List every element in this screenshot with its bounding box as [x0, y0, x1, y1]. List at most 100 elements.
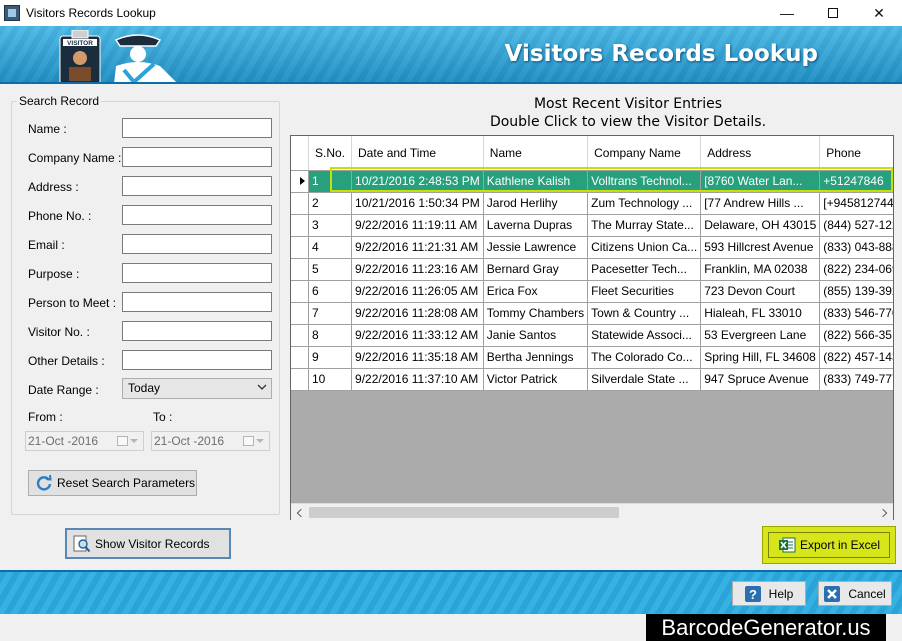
column-header-date-time[interactable]: Date and Time [351, 136, 484, 171]
cell-address[interactable]: 593 Hillcrest Avenue [700, 236, 821, 259]
cancel-button[interactable]: Cancel [818, 581, 892, 606]
scroll-left-button[interactable] [291, 504, 308, 521]
column-header-sno[interactable]: S.No. [308, 136, 353, 171]
row-header[interactable] [291, 170, 309, 193]
company-name-input[interactable] [122, 147, 272, 167]
visitor-no-input[interactable] [122, 321, 272, 341]
cell-date-time[interactable]: 9/22/2016 11:35:18 AM [351, 346, 484, 369]
cell-sno[interactable]: 1 [308, 170, 353, 193]
reset-search-button[interactable]: Reset Search Parameters [28, 470, 197, 496]
cell-sno[interactable]: 7 [308, 302, 353, 325]
cell-name[interactable]: Jessie Lawrence [483, 236, 589, 259]
table-row[interactable]: 6 9/22/2016 11:26:05 AM Erica Fox Fleet Sec… [291, 280, 893, 303]
row-header[interactable] [291, 368, 309, 391]
cell-company[interactable]: Pacesetter Tech... [587, 258, 702, 281]
row-header[interactable] [291, 258, 309, 281]
cell-company[interactable]: The Murray State... [587, 214, 702, 237]
other-details-input[interactable] [122, 350, 272, 370]
name-input[interactable] [122, 118, 272, 138]
cell-address[interactable]: Franklin, MA 02038 [700, 258, 821, 281]
cell-phone[interactable]: (844) 527-1224 [819, 214, 893, 237]
cell-phone[interactable]: (855) 139-3927 [819, 280, 893, 303]
row-header[interactable] [291, 280, 309, 303]
scroll-right-button[interactable] [876, 504, 893, 521]
cell-date-time[interactable]: 9/22/2016 11:21:31 AM [351, 236, 484, 259]
row-header[interactable] [291, 324, 309, 347]
cell-address[interactable]: 53 Evergreen Lane [700, 324, 821, 347]
cell-sno[interactable]: 9 [308, 346, 353, 369]
cell-address[interactable]: 723 Devon Court [700, 280, 821, 303]
cell-date-time[interactable]: 9/22/2016 11:33:12 AM [351, 324, 484, 347]
table-row[interactable]: 4 9/22/2016 11:21:31 AM Jessie Lawrence Cit… [291, 236, 893, 259]
table-row[interactable]: 5 9/22/2016 11:23:16 AM Bernard Gray Pacese… [291, 258, 893, 281]
cell-name[interactable]: Kathlene Kalish [483, 170, 589, 193]
cell-company[interactable]: Zum Technology ... [587, 192, 702, 215]
table-row[interactable]: 8 9/22/2016 11:33:12 AM Janie Santos Statew… [291, 324, 893, 347]
cell-date-time[interactable]: 9/22/2016 11:28:08 AM [351, 302, 484, 325]
column-header-address[interactable]: Address [700, 136, 821, 171]
cell-sno[interactable]: 8 [308, 324, 353, 347]
cell-phone[interactable]: [+945812744] [819, 192, 893, 215]
minimize-button[interactable]: — [764, 0, 810, 26]
table-row[interactable]: 1 10/21/2016 2:48:53 PM Kathlene Kalish Vol… [291, 170, 893, 193]
row-header[interactable] [291, 214, 309, 237]
cell-sno[interactable]: 3 [308, 214, 353, 237]
cell-date-time[interactable]: 9/22/2016 11:26:05 AM [351, 280, 484, 303]
to-date-picker[interactable]: 21-Oct -2016 [151, 431, 270, 451]
help-button[interactable]: ? Help [732, 581, 806, 606]
cell-company[interactable]: The Colorado Co... [587, 346, 702, 369]
table-row[interactable]: 9 9/22/2016 11:35:18 AM Bertha Jennings The… [291, 346, 893, 369]
cell-name[interactable]: Victor Patrick [483, 368, 589, 391]
show-visitor-records-button[interactable]: Show Visitor Records [65, 528, 231, 559]
row-header[interactable] [291, 302, 309, 325]
cell-date-time[interactable]: 10/21/2016 2:48:53 PM [351, 170, 484, 193]
cell-sno[interactable]: 2 [308, 192, 353, 215]
cell-phone[interactable]: +51247846 [819, 170, 893, 193]
cell-company[interactable]: Town & Country ... [587, 302, 702, 325]
cell-company[interactable]: Silverdale State ... [587, 368, 702, 391]
to-calendar-button[interactable] [243, 434, 267, 448]
cell-phone[interactable]: (822) 457-1434 [819, 346, 893, 369]
email-input[interactable] [122, 234, 272, 254]
visitor-records-grid[interactable]: S.No. Date and Time Name Company Name Ad… [290, 135, 894, 520]
cell-phone[interactable]: (822) 234-0696 [819, 258, 893, 281]
purpose-input[interactable] [122, 263, 272, 283]
cell-phone[interactable]: (833) 749-7772 [819, 368, 893, 391]
cell-company[interactable]: Fleet Securities [587, 280, 702, 303]
address-input[interactable] [122, 176, 272, 196]
cell-address[interactable]: [77 Andrew Hills ... [700, 192, 821, 215]
cell-address[interactable]: Spring Hill, FL 34608 [700, 346, 821, 369]
table-row[interactable]: 3 9/22/2016 11:19:11 AM Laverna Dupras The … [291, 214, 893, 237]
cell-sno[interactable]: 5 [308, 258, 353, 281]
cell-address[interactable]: [8760 Water Lan... [700, 170, 821, 193]
horizontal-scrollbar[interactable] [291, 503, 893, 520]
cell-company[interactable]: Statewide Associ... [587, 324, 702, 347]
cell-name[interactable]: Bertha Jennings [483, 346, 589, 369]
close-button[interactable]: ✕ [856, 0, 902, 26]
cell-address[interactable]: Hialeah, FL 33010 [700, 302, 821, 325]
cell-phone[interactable]: (833) 546-7703 [819, 302, 893, 325]
cell-name[interactable]: Bernard Gray [483, 258, 589, 281]
row-header[interactable] [291, 236, 309, 259]
column-header-name[interactable]: Name [483, 136, 589, 171]
from-calendar-button[interactable] [117, 434, 141, 448]
cell-phone[interactable]: (833) 043-8884 [819, 236, 893, 259]
row-header[interactable] [291, 192, 309, 215]
cell-name[interactable]: Jarod Herlihy [483, 192, 589, 215]
table-row[interactable]: 7 9/22/2016 11:28:08 AM Tommy Chambers Town… [291, 302, 893, 325]
phone-input[interactable] [122, 205, 272, 225]
row-header[interactable] [291, 346, 309, 369]
person-to-meet-input[interactable] [122, 292, 272, 312]
cell-sno[interactable]: 10 [308, 368, 353, 391]
export-excel-button[interactable]: Export in Excel [762, 526, 896, 564]
cell-date-time[interactable]: 9/22/2016 11:19:11 AM [351, 214, 484, 237]
cell-address[interactable]: 947 Spruce Avenue [700, 368, 821, 391]
cell-company[interactable]: Citizens Union Ca... [587, 236, 702, 259]
cell-address[interactable]: Delaware, OH 43015 [700, 214, 821, 237]
from-date-picker[interactable]: 21-Oct -2016 [25, 431, 144, 451]
column-header-phone[interactable]: Phone [819, 136, 893, 171]
date-range-select[interactable]: Today [122, 378, 272, 399]
cell-date-time[interactable]: 9/22/2016 11:37:10 AM [351, 368, 484, 391]
table-row[interactable]: 10 9/22/2016 11:37:10 AM Victor Patrick Sil… [291, 368, 893, 391]
cell-name[interactable]: Erica Fox [483, 280, 589, 303]
